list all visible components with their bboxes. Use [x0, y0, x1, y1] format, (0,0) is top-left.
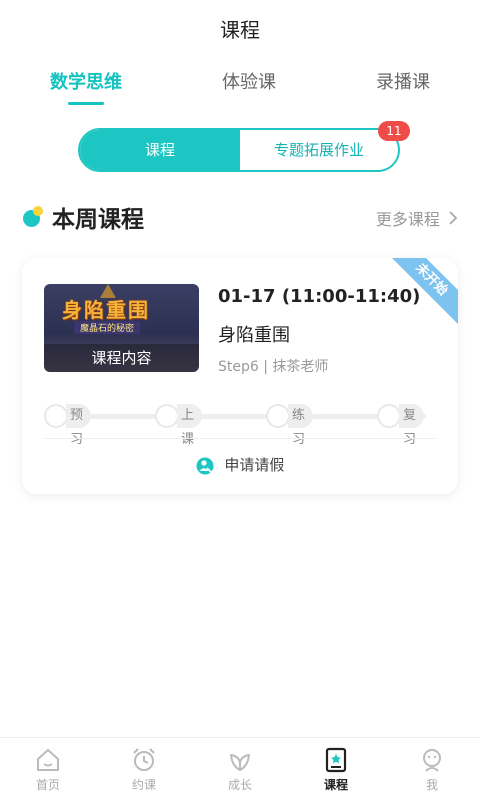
segment-extension-homework[interactable]: 专题拓展作业 — [240, 130, 398, 170]
thumbnail-subtitle: 魔晶石的秘密 — [74, 321, 141, 334]
section-title: 本周课程 — [52, 207, 144, 233]
step-label: 预习 — [66, 404, 92, 447]
more-courses-link[interactable]: 更多课程 — [376, 206, 458, 230]
course-thumbnail[interactable]: 身陷重围 魔晶石的秘密 课程内容 — [44, 284, 199, 372]
alarm-clock-icon — [130, 746, 158, 774]
leave-label: 申请请假 — [224, 456, 285, 474]
bottom-navigation: 首页 约课 成长 课程 我 — [0, 737, 480, 800]
chevron-right-icon — [449, 210, 458, 229]
step-label: 练习 — [288, 404, 314, 447]
card-divider — [44, 438, 436, 439]
course-book-icon — [322, 746, 350, 774]
nav-label: 课程 — [323, 778, 348, 792]
nav-label: 成长 — [227, 778, 252, 792]
segment-label: 专题拓展作业 — [273, 141, 364, 159]
home-icon — [34, 746, 62, 774]
section-dot-accent-icon — [33, 206, 43, 216]
category-tabs: 数学思维 体验课 录播课 — [0, 68, 480, 108]
weekly-courses-header: 本周课程 更多课程 — [20, 198, 460, 238]
step-label: 上课 — [177, 404, 203, 447]
tab-trial-class[interactable]: 体验课 — [189, 68, 309, 94]
nav-me[interactable]: 我 — [384, 738, 480, 800]
leaf-icon — [226, 746, 254, 774]
progress-track — [54, 414, 426, 419]
thumbnail-title: 身陷重围 — [62, 298, 150, 322]
tab-label: 录播课 — [376, 72, 430, 93]
course-progress-steps: 预习 上课 练习 复习 — [44, 404, 436, 447]
nav-label: 约课 — [131, 778, 156, 792]
leave-request-icon — [196, 457, 214, 475]
step-circle-icon — [155, 404, 179, 428]
course-meta: Step6 | 抹茶老师 — [218, 359, 329, 375]
nav-courses[interactable]: 课程 — [288, 738, 384, 800]
nav-label: 首页 — [35, 778, 60, 792]
tab-math-thinking[interactable]: 数学思维 — [26, 68, 146, 105]
step-circle-icon — [266, 404, 290, 428]
request-leave-button[interactable]: 申请请假 — [22, 454, 458, 475]
tab-label: 数学思维 — [50, 72, 122, 93]
segment-control: 课程 专题拓展作业 11 — [78, 121, 410, 172]
course-card[interactable]: 未开始 身陷重围 魔晶石的秘密 课程内容 01-17 (11:00-11:40)… — [22, 258, 458, 494]
page-title: 课程 — [220, 18, 260, 42]
segment-courses[interactable]: 课程 — [80, 130, 240, 170]
tab-label: 体验课 — [222, 72, 276, 93]
step-label: 复习 — [399, 404, 425, 447]
profile-icon — [418, 746, 446, 774]
active-tab-indicator — [68, 102, 104, 105]
title-bar: 课程 — [0, 0, 480, 52]
course-name: 身陷重围 — [218, 325, 290, 346]
step-circle-icon — [44, 404, 68, 428]
course-content-caption: 课程内容 — [44, 344, 199, 372]
more-courses-label: 更多课程 — [375, 210, 440, 229]
tab-recorded-class[interactable]: 录播课 — [343, 68, 463, 94]
nav-home[interactable]: 首页 — [0, 738, 96, 800]
course-time: 01-17 (11:00-11:40) — [218, 286, 421, 307]
nav-booking[interactable]: 约课 — [96, 738, 192, 800]
nav-label: 我 — [425, 778, 438, 792]
nav-growth[interactable]: 成长 — [192, 738, 288, 800]
homework-count-badge: 11 — [378, 121, 410, 141]
step-circle-icon — [377, 404, 401, 428]
